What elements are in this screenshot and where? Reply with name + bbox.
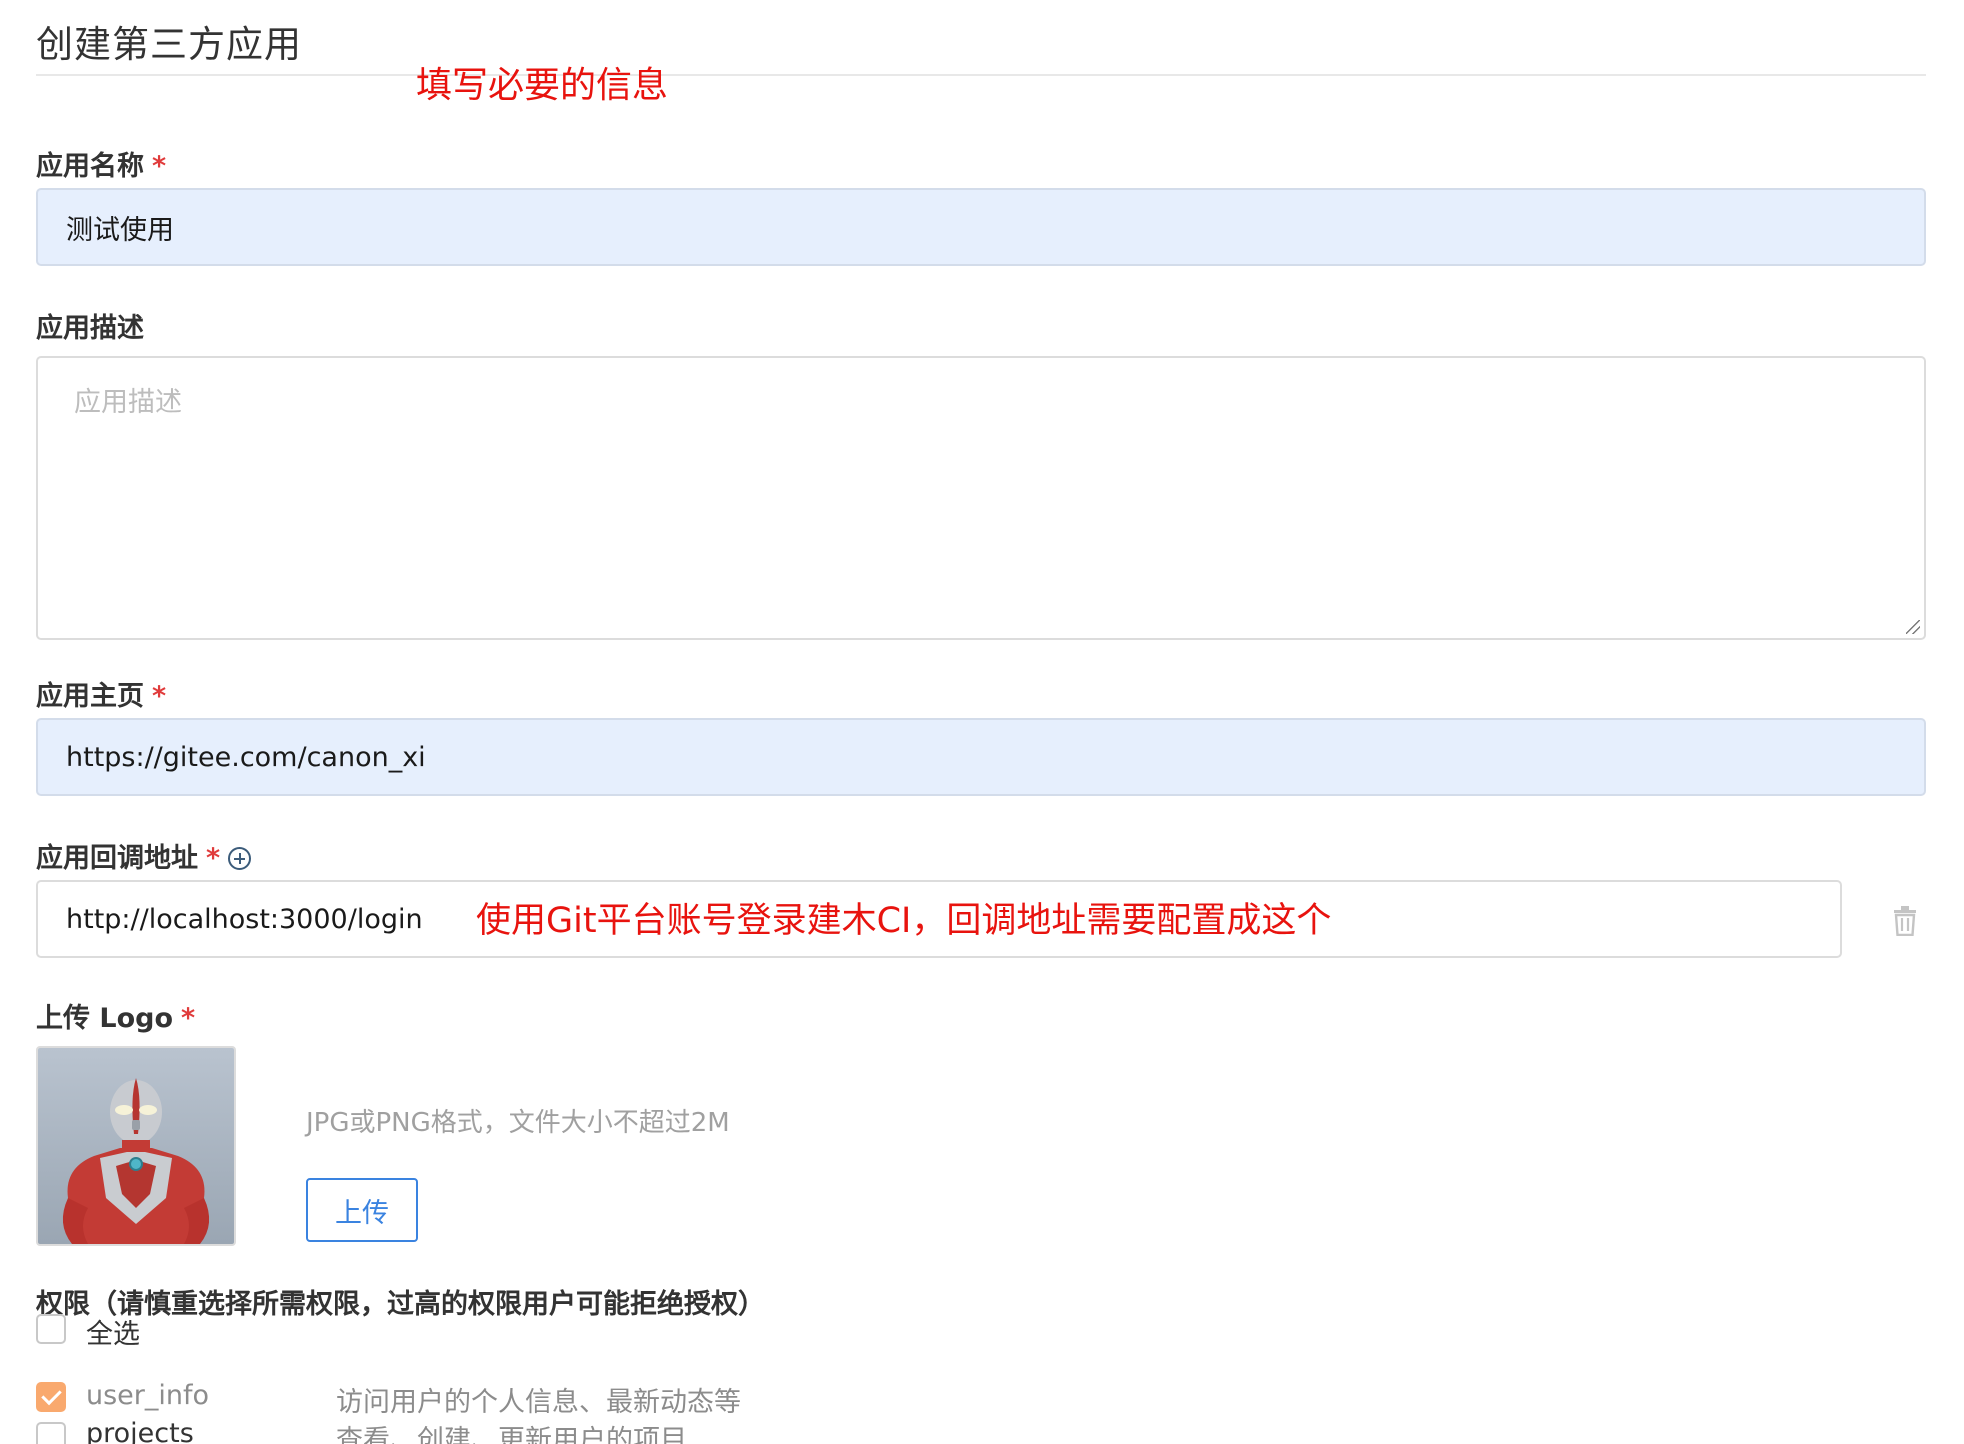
annotation-fill-info: 填写必要的信息 <box>416 65 669 106</box>
callback-url-value: http://localhost:3000/login <box>66 903 423 935</box>
permissions-title: 权限（请慎重选择所需权限，过高的权限用户可能拒绝授权） <box>36 1289 765 1320</box>
logo-label-text: 上传 Logo <box>36 1003 174 1034</box>
app-homepage-input[interactable]: https://gitee.com/canon_xi <box>36 718 1926 796</box>
permission-desc-user-info: 访问用户的个人信息、最新动态等 <box>336 1387 741 1418</box>
resize-grip-icon[interactable] <box>1906 620 1920 634</box>
app-homepage-label: 应用主页 * <box>36 674 166 713</box>
app-description-textarea[interactable]: 应用描述 <box>36 356 1926 640</box>
upload-button[interactable]: 上传 <box>306 1178 418 1242</box>
app-description-placeholder: 应用描述 <box>74 387 182 418</box>
app-name-label-text: 应用名称 <box>36 151 144 182</box>
app-homepage-value: https://gitee.com/canon_xi <box>66 741 426 773</box>
app-homepage-label-text: 应用主页 <box>36 681 144 712</box>
page-title: 创建第三方应用 <box>36 23 302 66</box>
permission-checkbox-user-info[interactable] <box>36 1382 66 1412</box>
app-name-label: 应用名称 * <box>36 144 166 183</box>
permission-name-projects[interactable]: projects <box>86 1418 194 1444</box>
app-description-label: 应用描述 <box>36 306 144 345</box>
required-mark: * <box>206 843 221 874</box>
permission-name-user-info[interactable]: user_info <box>86 1380 209 1411</box>
annotation-callback: 使用Git平台账号登录建木CI，回调地址需要配置成这个 <box>476 901 1332 941</box>
plus-circle-icon[interactable] <box>228 847 252 870</box>
app-name-input[interactable]: 测试使用 <box>36 188 1926 266</box>
app-description-label-text: 应用描述 <box>36 313 144 344</box>
create-third-party-app-page: 创建第三方应用 填写必要的信息 应用名称 * 测试使用 应用描述 应用描述 应用主… <box>0 0 1964 1444</box>
callback-url-label-text: 应用回调地址 <box>36 843 198 874</box>
app-name-value: 测试使用 <box>66 214 174 246</box>
trash-icon[interactable] <box>1893 906 1917 936</box>
permission-desc-projects: 查看、创建、更新用户的项目 <box>336 1425 687 1444</box>
title-divider <box>36 74 1926 76</box>
required-mark: * <box>152 681 167 712</box>
select-all-label[interactable]: 全选 <box>86 1312 140 1351</box>
upload-hint: JPG或PNG格式，文件大小不超过2M <box>306 1108 730 1138</box>
select-all-checkbox[interactable] <box>36 1314 66 1344</box>
callback-url-label: 应用回调地址 * <box>36 836 252 875</box>
logo-preview-image <box>36 1046 236 1246</box>
logo-hero-illustration <box>38 1048 234 1244</box>
required-mark: * <box>181 1003 196 1034</box>
permission-checkbox-projects[interactable] <box>36 1422 66 1444</box>
logo-label: 上传 Logo * <box>36 996 195 1035</box>
required-mark: * <box>152 151 167 182</box>
